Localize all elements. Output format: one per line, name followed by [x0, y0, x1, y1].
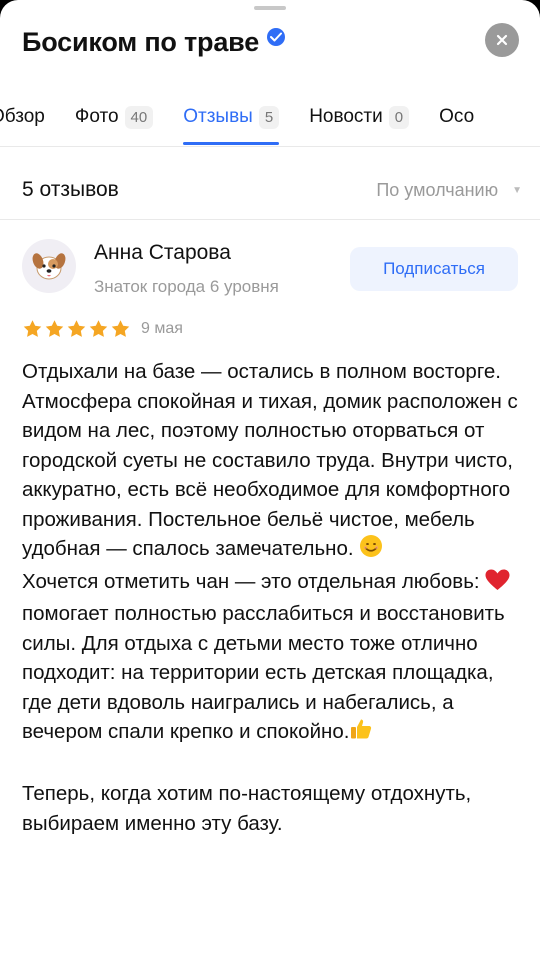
tab-photos[interactable]: Фото 40	[74, 99, 154, 135]
thumbs-up-emoji-icon	[349, 717, 373, 750]
tab-label: Обзор	[0, 106, 45, 127]
sheet-grabber[interactable]	[254, 6, 286, 10]
close-icon	[496, 34, 508, 46]
divider	[0, 219, 540, 220]
star-icon	[67, 320, 86, 337]
tab-reviews[interactable]: Отзывы 5	[183, 99, 280, 145]
star-icon	[89, 320, 108, 337]
star-icon	[23, 320, 42, 337]
divider	[0, 146, 540, 147]
review-paragraph: Теперь, когда хотим по-настоящему отдохн…	[22, 782, 472, 835]
puppy-face-icon	[32, 253, 66, 280]
place-title: Босиком по траве	[22, 26, 260, 57]
smiling-face-emoji-icon	[359, 534, 383, 567]
author-name[interactable]: Анна Старова	[94, 241, 231, 265]
tab-overview[interactable]: Обзор	[0, 99, 45, 135]
header: Босиком по траве	[22, 22, 286, 62]
reviews-header: 5 отзывов По умолчанию ▼	[22, 178, 522, 202]
author-level: Знаток города 6 уровня	[94, 277, 279, 296]
tab-label: Отзывы	[183, 106, 253, 127]
tab-bar: Обзор Фото 40 Отзывы 5 Новости 0 Осо	[0, 94, 540, 145]
review-text: Отдыхали на базе — остались в полном вос…	[22, 357, 527, 838]
tab-label: Новости	[309, 106, 383, 127]
heart-emoji-icon	[485, 569, 510, 600]
star-icon	[111, 320, 130, 337]
review-date: 9 мая	[141, 320, 183, 337]
bottom-sheet: Босиком по траве Обзор Фото 40 Отзывы 5 …	[0, 0, 540, 974]
rating-row: 9 мая	[22, 319, 183, 339]
tab-count-badge: 5	[258, 105, 280, 129]
tab-label: Фото	[74, 106, 119, 127]
review-paragraph: Хочется отметить чан — это отдельная люб…	[22, 569, 486, 593]
verified-check-icon	[267, 28, 286, 46]
review-paragraph: Отдыхали на базе — остались в полном вос…	[22, 360, 518, 560]
reviews-count: 5 отзывов	[22, 178, 119, 201]
sort-label: По умолчанию	[376, 179, 499, 200]
tab-news[interactable]: Новости 0	[309, 99, 410, 135]
close-button[interactable]	[485, 23, 519, 57]
chevron-down-icon: ▼	[512, 184, 522, 196]
star-icon	[45, 320, 64, 337]
avatar[interactable]	[22, 239, 76, 293]
tab-label: Осо	[439, 106, 475, 127]
subscribe-button[interactable]: Подписаться	[350, 247, 518, 291]
tab-features[interactable]: Осо	[439, 99, 474, 135]
review-paragraph: помогает полностью расслабиться и восста…	[22, 602, 505, 743]
tab-count-badge: 40	[124, 105, 154, 129]
sort-dropdown[interactable]: По умолчанию ▼	[376, 180, 522, 201]
tab-count-badge: 0	[388, 105, 410, 129]
